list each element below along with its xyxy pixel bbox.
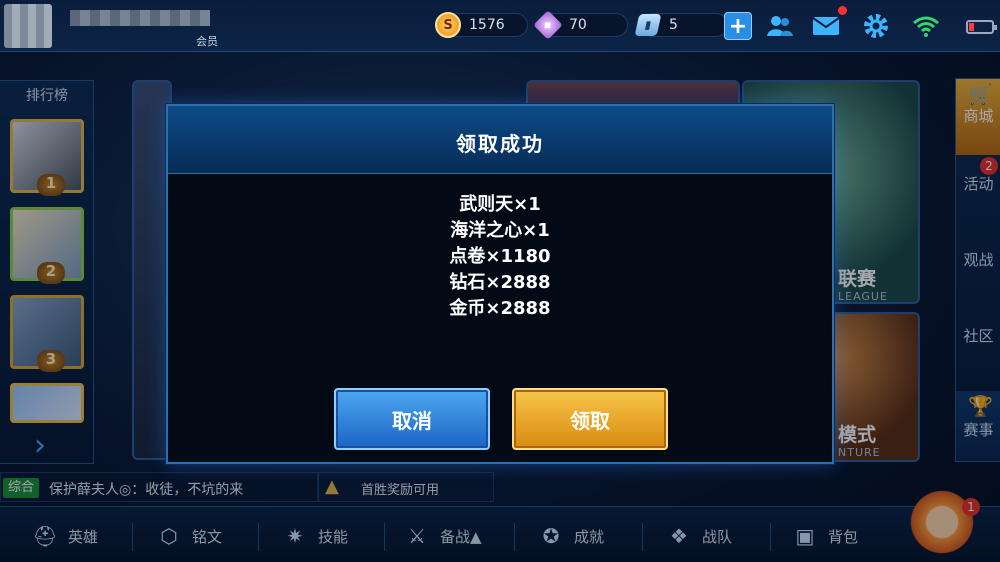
reward-item: 武则天×1 <box>459 194 541 215</box>
cancel-button[interactable]: 取消 <box>334 388 490 450</box>
wifi-icon <box>912 12 940 40</box>
recharge-plus-button[interactable]: + <box>724 12 752 40</box>
voucher-icon: ▮ <box>634 13 662 37</box>
diamond-icon: ◆ <box>533 10 563 40</box>
mail-icon[interactable] <box>812 12 840 40</box>
diamond-balance[interactable]: ◆ 70 <box>533 10 628 40</box>
diamond-count: 70 <box>569 17 587 33</box>
reward-item: 金币×2888 <box>449 298 551 319</box>
reward-list: 武则天×1 海洋之心×1 点卷×1180 钻石×2888 金币×2888 <box>168 192 832 322</box>
vip-label: 会员 <box>196 35 218 48</box>
claim-success-dialog: 领取成功 武则天×1 海洋之心×1 点卷×1180 钻石×2888 金币×288… <box>166 104 834 464</box>
reward-item: 钻石×2888 <box>449 272 551 293</box>
battery-icon <box>966 20 997 34</box>
reward-item: 海洋之心×1 <box>450 220 550 241</box>
mail-notification-dot <box>838 6 847 15</box>
avatar[interactable] <box>4 4 52 48</box>
player-name-blurred <box>70 10 210 26</box>
gear-icon[interactable] <box>862 12 890 40</box>
top-bar: 会员 S 1576 ◆ 70 ▮ 5 + <box>0 0 1000 52</box>
dialog-header: 领取成功 <box>168 106 832 174</box>
coin-balance[interactable]: S 1576 <box>435 12 528 38</box>
friends-icon[interactable] <box>766 12 794 40</box>
dialog-title: 领取成功 <box>456 132 544 156</box>
reward-item: 点卷×1180 <box>449 246 551 267</box>
coin-count: 1576 <box>469 17 505 33</box>
voucher-count: 5 <box>669 17 678 33</box>
claim-button[interactable]: 领取 <box>512 388 668 450</box>
coin-icon: S <box>435 12 461 38</box>
voucher-balance[interactable]: ▮ 5 <box>634 13 728 37</box>
